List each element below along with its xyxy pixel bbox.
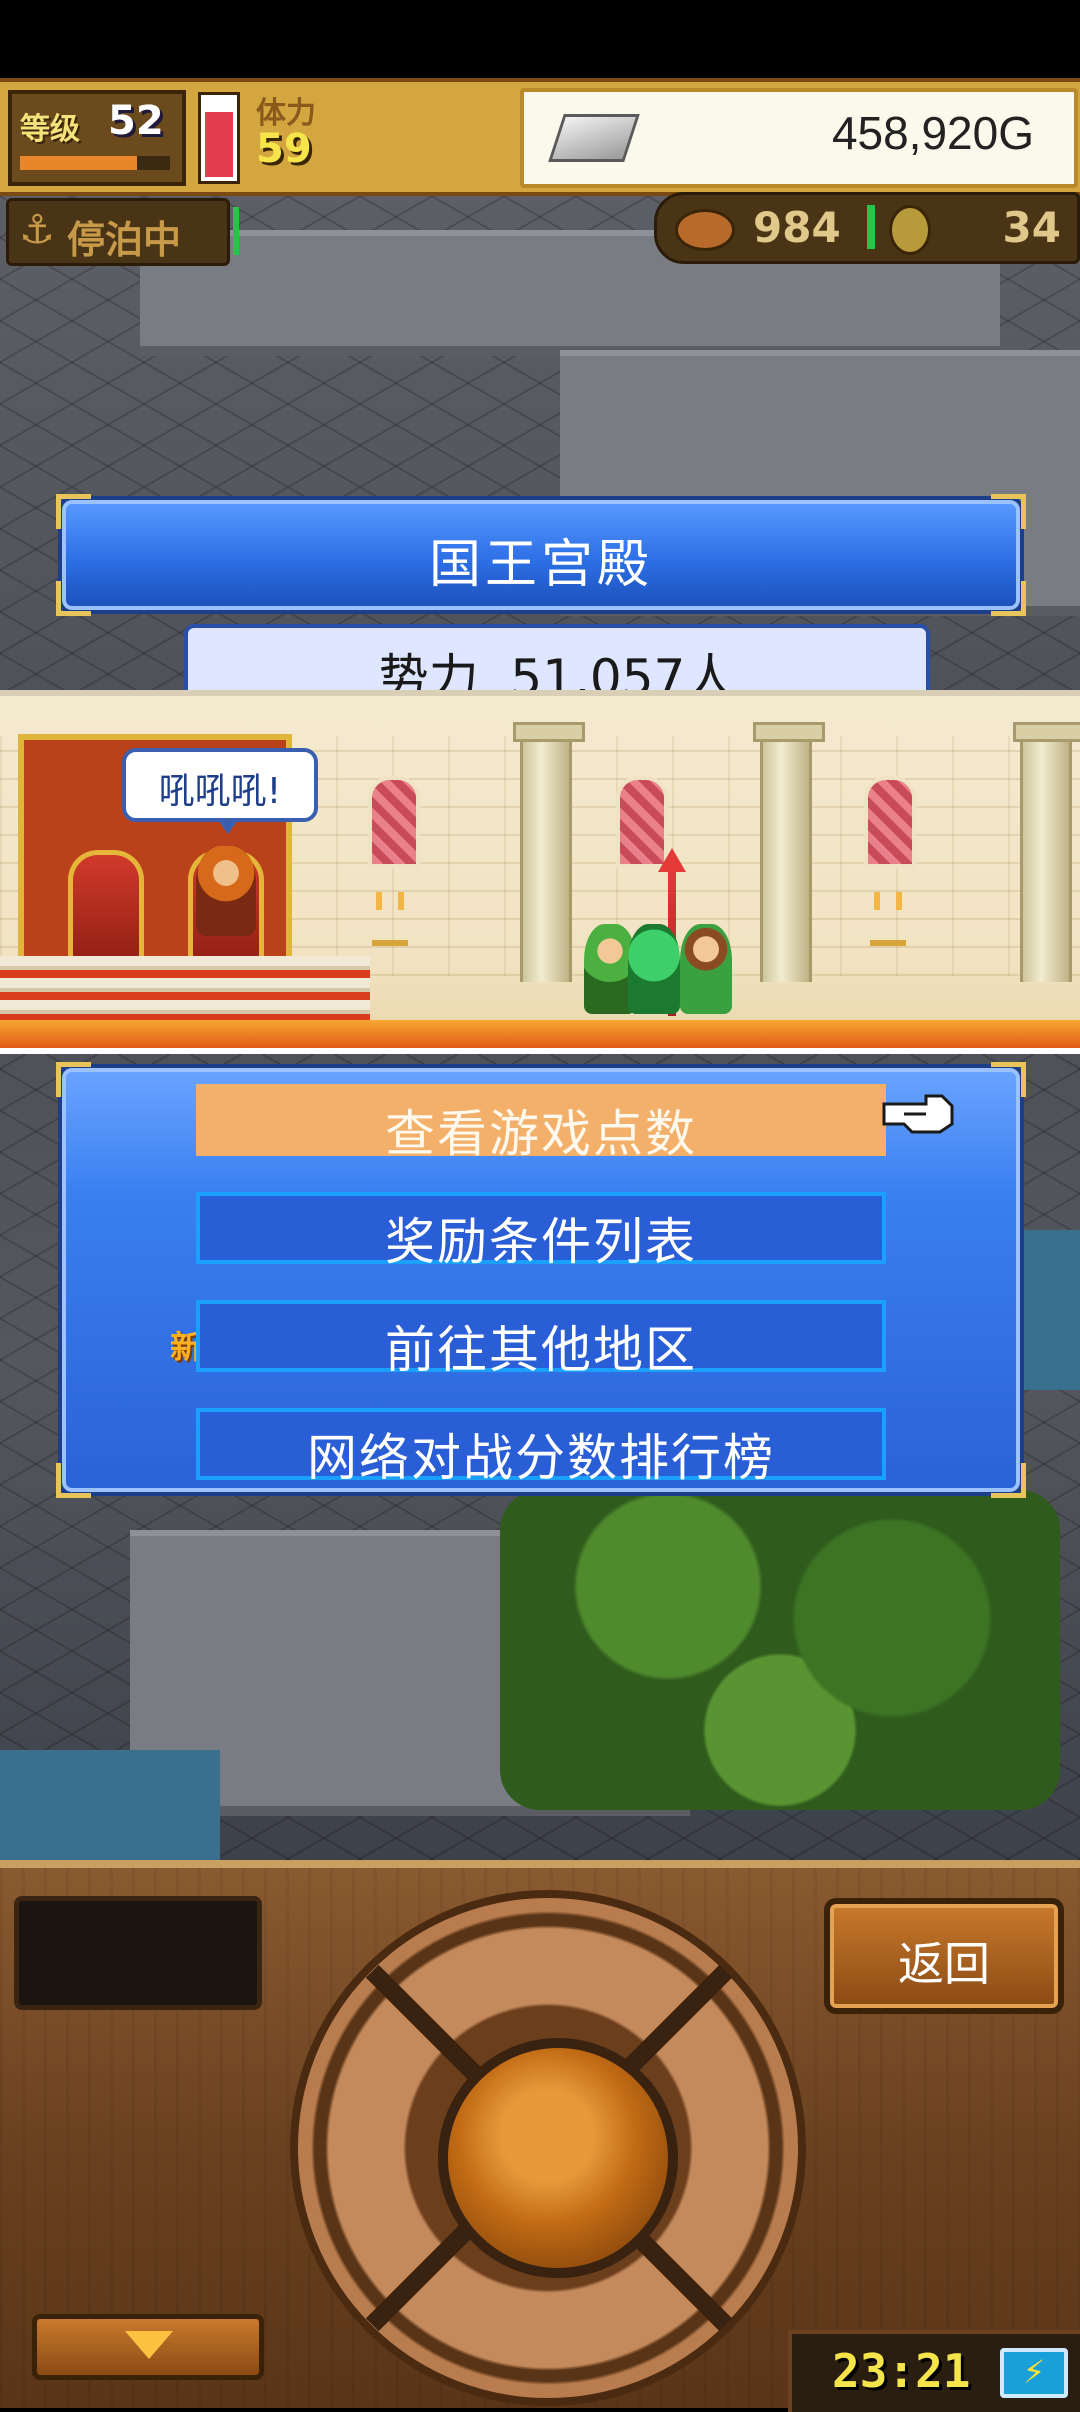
action-menu: 查看游戏点数 奖励条件列表 新 前往其他地区 网络对战分数排行榜 [56,1062,1026,1498]
gold-value: 458,920G [831,107,1034,159]
clock-time: 23:21 [832,2344,971,2398]
back-button[interactable]: 返回 [824,1898,1064,2014]
menu-item-label: 奖励条件列表 [385,1213,697,1271]
experience-bar [20,156,170,170]
stained-window [368,776,420,868]
menu-item-label: 前往其他地区 [385,1321,697,1379]
docked-status[interactable]: ⚓ 停泊中 [6,198,239,266]
down-arrow-icon [125,2331,173,2359]
health-gauge-fill [205,111,233,177]
anchor-icon: ⚓ [19,207,55,253]
docked-label: 停泊中 [67,218,182,262]
stained-window [864,776,916,868]
resource-divider [867,205,875,249]
speech-bubble: 吼吼吼! [122,748,318,834]
level-display: 等级 52 [8,90,186,186]
menu-item-view-points[interactable]: 查看游戏点数 [196,1084,886,1163]
king-sprite[interactable] [196,846,256,936]
menu-item-leaderboard[interactable]: 网络对战分数排行榜 [196,1408,886,1487]
level-label: 等级 [20,112,80,147]
candelabra-icon [372,892,408,946]
food-count: 984 [753,203,841,252]
level-value: 52 [108,98,164,144]
docked-indicator [233,207,239,255]
candelabra-icon [870,892,906,946]
info-screen [14,1896,262,2010]
menu-item-reward-list[interactable]: 奖励条件列表 [196,1192,886,1271]
corner-ornament [56,1463,91,1498]
silver-bar-icon [548,114,640,162]
marble-column [753,722,825,982]
king-speech: 吼吼吼! [158,771,282,812]
stamina-value: 59 [256,126,312,172]
experience-bar-fill [20,156,137,170]
corner-ornament [991,1463,1026,1498]
marble-column [1013,722,1080,982]
directional-pad[interactable] [290,1890,806,2406]
menu-item-travel[interactable]: 前往其他地区 [196,1300,886,1379]
corner-ornament [991,1062,1026,1097]
shield-icon [628,924,680,1014]
menu-item-label: 网络对战分数排行榜 [307,1429,775,1487]
control-panel: 返回 23:21 ⚡ [0,1860,1080,2412]
location-title-panel: 国王宫殿 [56,494,1026,616]
gold-display: 458,920G [520,88,1078,188]
throne-stairs [0,956,370,1026]
marble-column [513,722,585,982]
medal-count: 34 [1002,203,1061,252]
river-water [0,1750,220,1860]
companion-sprite[interactable] [680,924,732,1014]
pointing-hand-icon [882,1090,956,1134]
castle-garden [500,1490,1060,1810]
menu-item-label: 查看游戏点数 [385,1105,697,1163]
status-bar: 等级 52 体力 59 458,920G [0,78,1080,196]
resource-display: 984 34 [654,192,1080,264]
red-carpet [0,1020,1080,1048]
throne-room-scene: 吼吼吼! [0,690,1080,1054]
charging-battery-icon: ⚡ [1000,2348,1068,2398]
location-title: 国王宫殿 [428,535,653,595]
back-button-label: 返回 [898,1937,990,1991]
medal-icon [889,205,931,255]
meat-icon [675,209,735,251]
health-gauge [198,92,240,184]
corner-ornament [56,1062,91,1097]
confirm-button[interactable] [438,2038,678,2278]
scroll-down-button[interactable] [32,2314,264,2380]
